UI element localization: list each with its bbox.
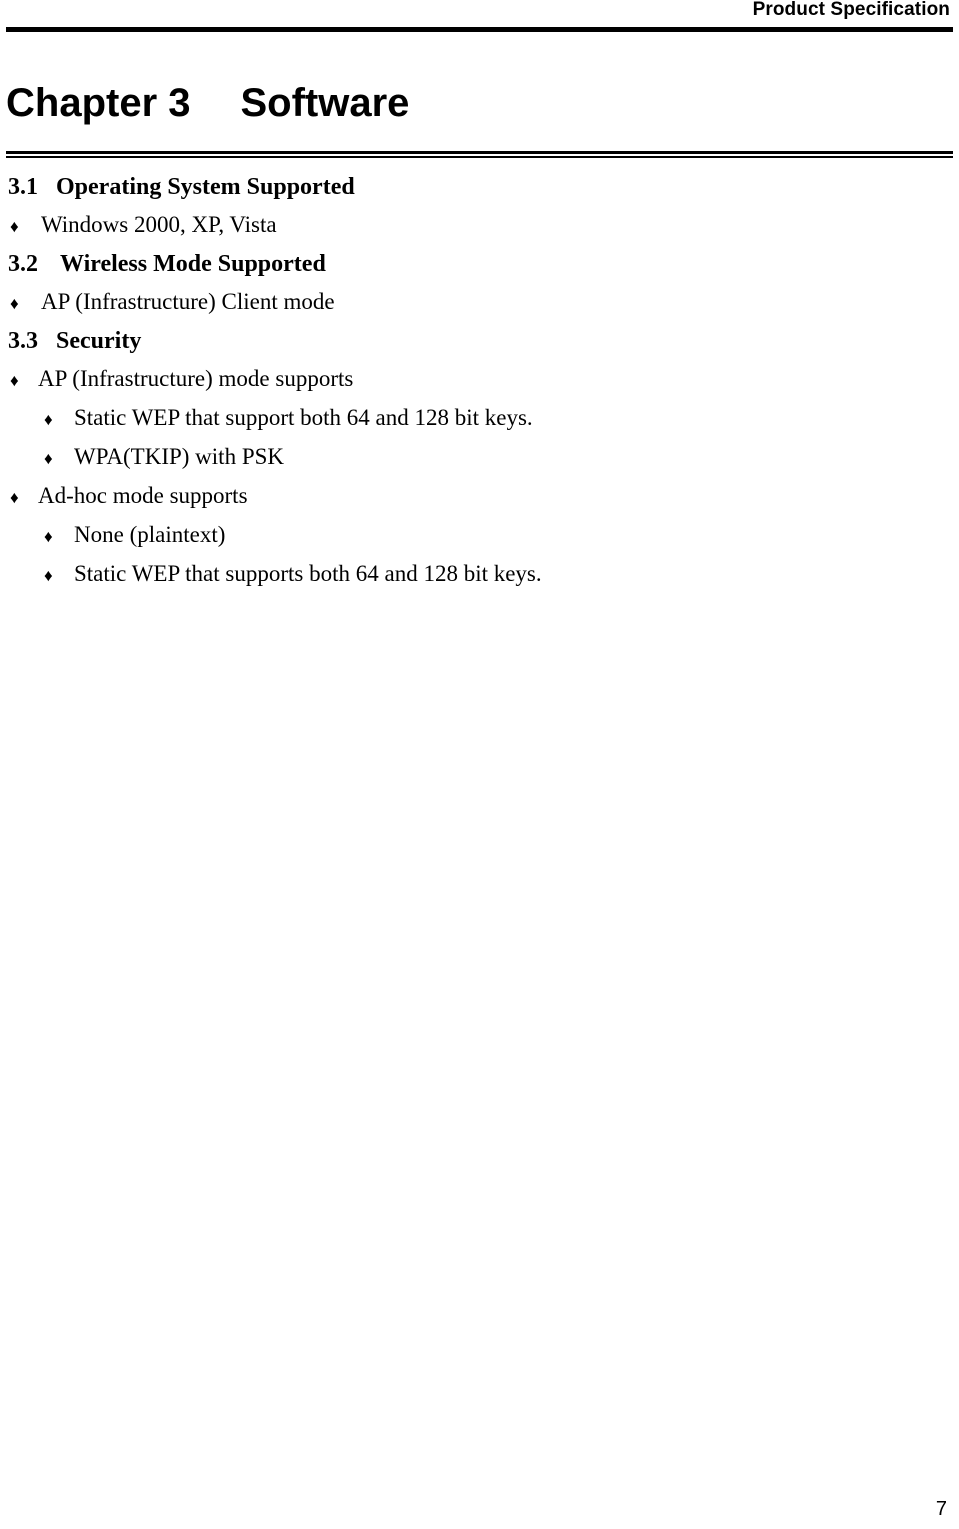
page-number: 7 xyxy=(935,1498,947,1520)
bullet-text: None (plaintext) xyxy=(74,522,226,547)
header-divider xyxy=(6,27,953,32)
section-title: Operating System Supported xyxy=(56,174,355,200)
section-title: Wireless Mode Supported xyxy=(60,251,326,277)
bullet-item: ♦ None (plaintext) xyxy=(0,516,959,555)
bullet-item: ♦ AP (Infrastructure) mode supports xyxy=(0,360,959,399)
bullet-item: ♦ Static WEP that support both 64 and 128… xyxy=(0,399,959,438)
bullet-text: AP (Infrastructure) mode supports xyxy=(38,366,354,391)
diamond-bullet-icon: ♦ xyxy=(10,294,19,313)
diamond-bullet-icon: ♦ xyxy=(10,371,19,390)
document-page: Product Specification Chapter 3 Software … xyxy=(0,0,959,1529)
section-heading: 3.3 Security xyxy=(0,322,959,360)
diamond-bullet-icon: ♦ xyxy=(44,449,53,468)
section-heading: 3.2 Wireless Mode Supported xyxy=(0,245,959,283)
chapter-name: Software xyxy=(240,81,410,125)
chapter-label: Chapter 3 xyxy=(6,81,191,125)
bullet-text: Windows 2000, XP, Vista xyxy=(41,212,277,237)
bullet-item: ♦ Ad-hoc mode supports xyxy=(0,477,959,516)
diamond-bullet-icon: ♦ xyxy=(44,410,53,429)
diamond-bullet-icon: ♦ xyxy=(44,566,53,585)
bullet-item: ♦ AP (Infrastructure) Client mode xyxy=(0,283,959,322)
bullet-item: ♦ WPA(TKIP) with PSK xyxy=(0,438,959,477)
bullet-item: ♦ Windows 2000, XP, Vista xyxy=(0,206,959,245)
bullet-item: ♦ Static WEP that supports both 64 and 12… xyxy=(0,555,959,594)
bullet-text: AP (Infrastructure) Client mode xyxy=(41,289,335,314)
section-heading: 3.1 Operating System Supported xyxy=(0,168,959,206)
bullet-text: Static WEP that supports both 64 and 128… xyxy=(74,561,542,586)
chapter-divider xyxy=(6,151,953,158)
chapter-title: Chapter 3 Software xyxy=(6,79,409,127)
bullet-text: Static WEP that support both 64 and 128 … xyxy=(74,405,533,430)
chapter-divider-line-top xyxy=(6,151,953,154)
section-title: Security xyxy=(56,328,142,354)
bullet-text: WPA(TKIP) with PSK xyxy=(74,444,285,469)
page-header: Product Specification xyxy=(0,0,959,32)
diamond-bullet-icon: ♦ xyxy=(10,217,19,236)
bullet-text: Ad-hoc mode supports xyxy=(38,483,248,508)
section-number: 3.2 xyxy=(8,251,38,277)
document-content: 3.1 Operating System Supported ♦ Windows 20… xyxy=(0,168,959,594)
header-title: Product Specification xyxy=(752,0,950,20)
section-number: 3.1 xyxy=(8,174,38,200)
diamond-bullet-icon: ♦ xyxy=(44,527,53,546)
chapter-divider-line-bottom xyxy=(6,156,953,158)
section-number: 3.3 xyxy=(8,328,38,354)
diamond-bullet-icon: ♦ xyxy=(10,488,19,507)
